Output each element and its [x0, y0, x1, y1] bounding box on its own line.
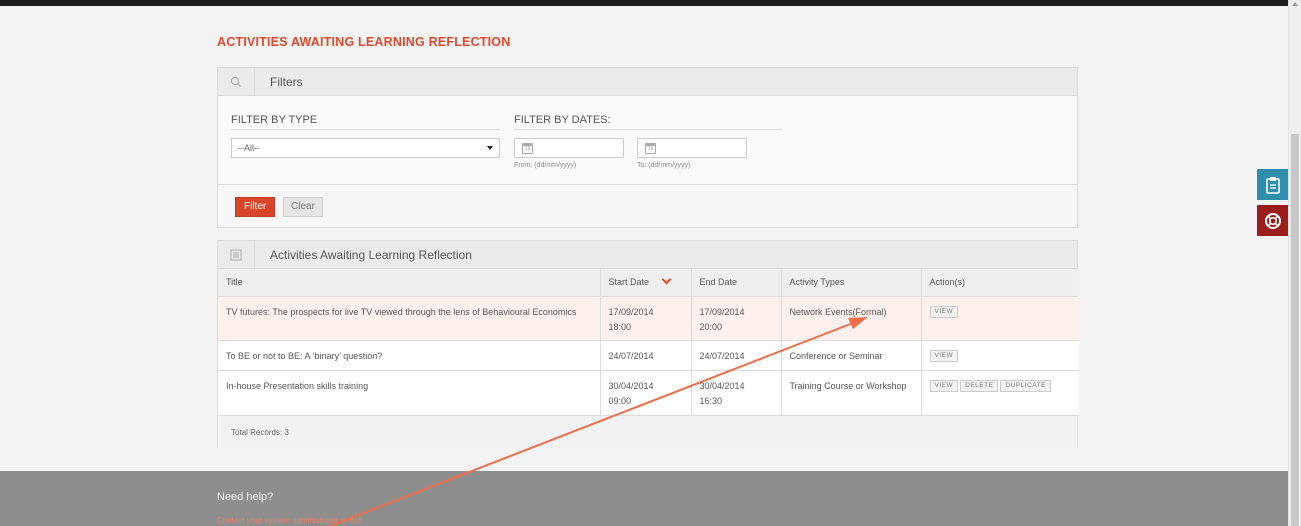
clipboard-icon: [1265, 176, 1280, 194]
need-help-heading: Need help?: [217, 491, 274, 503]
chevron-down-icon: [487, 146, 493, 150]
column-header-title[interactable]: Title: [218, 269, 601, 297]
cell-activity-type: Conference or Seminar: [781, 340, 922, 371]
search-icon: [218, 68, 255, 95]
column-header-start-date[interactable]: Start Date: [600, 269, 692, 297]
activity-type-selected: --All--: [238, 143, 260, 153]
activities-table: Title Start Date End Date Activity Types…: [218, 269, 1079, 416]
to-date-input[interactable]: 19: [637, 138, 747, 158]
filter-by-dates-label: FILTER BY DATES:: [514, 114, 611, 126]
column-header-actions: Action(s): [921, 269, 1079, 297]
from-date-hint: From: (dd/mm/yyyy): [514, 162, 577, 169]
duplicate-button[interactable]: DUPLICATE: [1000, 379, 1051, 392]
cell-activity-type: Training Course or Workshop: [781, 370, 922, 416]
filter-button[interactable]: Filter: [235, 197, 276, 217]
cell-title[interactable]: To BE or not to BE: A ‘binary’ question?: [218, 340, 601, 371]
cell-actions: VIEW: [921, 340, 1079, 371]
to-date-hint: To: (dd/mm/yyyy): [637, 162, 691, 169]
view-button[interactable]: VIEW: [929, 305, 959, 318]
activity-type-select[interactable]: --All--: [231, 138, 500, 158]
filters-panel-header[interactable]: Filters: [218, 68, 1077, 96]
scrollbar-thumb[interactable]: [1291, 134, 1299, 526]
total-records: Total Records: 3: [218, 415, 1077, 449]
cell-activity-type: Network Events(Formal): [781, 296, 922, 341]
filters-panel: Filters FILTER BY TYPE --All-- FILTER BY…: [217, 67, 1078, 228]
table-row[interactable]: In-house Presentation skills training 30…: [218, 370, 1079, 416]
cell-end-date: 24/07/2014: [691, 340, 782, 371]
cell-start-date: 17/09/2014 18:00: [600, 296, 692, 341]
divider: [514, 129, 782, 130]
clipboard-button[interactable]: [1257, 169, 1288, 200]
footer-right-text: [958, 517, 1078, 523]
divider: [231, 129, 500, 130]
cell-end-date: 17/09/2014 20:00: [691, 296, 782, 341]
page-title: ACTIVITIES AWAITING LEARNING REFLECTION: [217, 35, 511, 49]
cell-start-date: 30/04/2014 09:00: [600, 370, 692, 416]
results-panel: Activities Awaiting Learning Reflection …: [217, 240, 1079, 449]
table-header-row: Title Start Date End Date Activity Types…: [218, 269, 1079, 297]
cell-actions: VIEW: [921, 296, 1079, 341]
cell-title[interactable]: In-house Presentation skills training: [218, 370, 601, 416]
top-navigation-bar: [0, 0, 1288, 6]
contact-link[interactable]: Contact your system administrator or cal…: [217, 516, 362, 525]
scroll-up-arrow-icon[interactable]: [1292, 2, 1298, 6]
column-header-end-date[interactable]: End Date: [691, 269, 782, 297]
calendar-icon[interactable]: 19: [522, 143, 533, 154]
calendar-icon[interactable]: 19: [645, 143, 656, 154]
help-button[interactable]: [1257, 205, 1288, 236]
cell-start-date: 24/07/2014: [600, 340, 692, 371]
results-panel-header: Activities Awaiting Learning Reflection: [218, 241, 1077, 269]
from-date-input[interactable]: 19: [514, 138, 624, 158]
filters-panel-title: Filters: [270, 75, 303, 89]
lifebuoy-icon: [1264, 212, 1281, 229]
cell-end-date: 30/04/2014 16:30: [691, 370, 782, 416]
column-header-activity-types[interactable]: Activity Types: [781, 269, 922, 297]
filter-by-type-label: FILTER BY TYPE: [231, 114, 318, 126]
clear-button[interactable]: Clear: [283, 197, 323, 217]
vertical-scrollbar[interactable]: [1288, 0, 1301, 526]
table-row[interactable]: TV futures: The prospects for live TV vi…: [218, 296, 1079, 341]
table-row[interactable]: To BE or not to BE: A ‘binary’ question?…: [218, 340, 1079, 371]
cell-title[interactable]: TV futures: The prospects for live TV vi…: [218, 296, 601, 341]
sort-descending-icon[interactable]: [661, 274, 672, 285]
view-button[interactable]: VIEW: [929, 349, 959, 362]
footer: Need help? Contact your system administr…: [0, 471, 1288, 526]
cell-actions: VIEW DELETE DUPLICATE: [921, 370, 1079, 416]
list-icon: [218, 241, 255, 268]
delete-button[interactable]: DELETE: [960, 379, 999, 392]
view-button[interactable]: VIEW: [929, 379, 959, 392]
results-panel-title: Activities Awaiting Learning Reflection: [270, 248, 472, 262]
